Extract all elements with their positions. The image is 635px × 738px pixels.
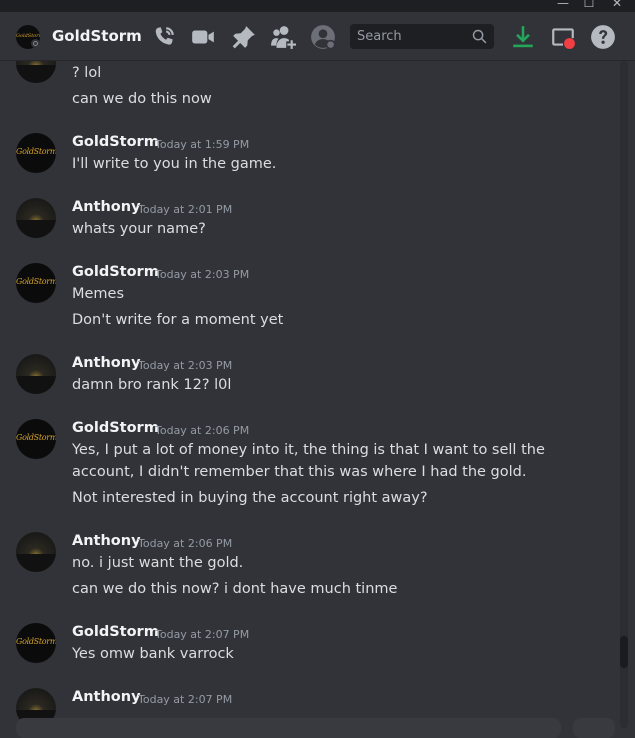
message-text: Yes, I put a lot of money into it, the t… (72, 442, 545, 458)
message-text: Not interested in buying the account rig… (72, 490, 428, 506)
message-list[interactable]: ? lol can we do this now GoldStorm GoldS… (0, 61, 620, 728)
minimize-button[interactable]: — (553, 0, 573, 12)
avatar-goldstorm[interactable]: GoldStorm (16, 623, 56, 663)
close-window-button[interactable]: ✕ (607, 0, 627, 12)
message-text: Yes omw bank varrock (72, 646, 234, 662)
avatar-goldstorm[interactable]: GoldStorm (16, 419, 56, 459)
message-author[interactable]: GoldStorm (72, 264, 159, 280)
message-text: Don't write for a moment yet (72, 312, 284, 328)
message-timestamp: Today at 1:59 PM (155, 138, 250, 151)
message-timestamp: Today at 2:03 PM (155, 268, 250, 281)
avatar-anthony[interactable] (16, 532, 56, 572)
avatar-anthony[interactable] (16, 354, 56, 394)
message-author[interactable]: GoldStorm (72, 420, 159, 436)
help-icon[interactable] (590, 24, 616, 50)
avatar-goldstorm[interactable]: GoldStorm (16, 133, 56, 173)
message-timestamp: Today at 2:06 PM (138, 537, 233, 550)
message-text: damn bro rank 12? l0l (72, 377, 232, 393)
message-text: I'll write to you in the game. (72, 156, 277, 172)
goldstorm-logo: GoldStorm (16, 433, 56, 442)
maximize-button[interactable]: ☐ (579, 0, 599, 12)
message-text: can we do this now (72, 91, 212, 107)
channel-header: GoldStorm GoldStorm Search (0, 12, 635, 61)
message-text: Memes (72, 286, 125, 302)
message-text: no. i just want the gold. (72, 555, 244, 571)
message-author[interactable]: Anthony (72, 533, 141, 549)
message-timestamp: Today at 2:07 PM (155, 628, 250, 641)
channel-title: GoldStorm (52, 27, 142, 45)
scrollbar-track[interactable] (620, 61, 628, 728)
scrollbar-thumb[interactable] (620, 636, 628, 668)
message-timestamp: Today at 2:01 PM (138, 203, 233, 216)
goldstorm-logo: GoldStorm (16, 147, 56, 156)
composer-side-panel[interactable] (573, 718, 615, 738)
message-timestamp: Today at 2:03 PM (138, 359, 233, 372)
goldstorm-logo: GoldStorm (16, 277, 56, 286)
message-timestamp: Today at 2:06 PM (155, 424, 250, 437)
message-text: ? lol (72, 65, 102, 81)
phone-call-icon[interactable] (151, 24, 177, 50)
message-author[interactable]: Anthony (72, 355, 141, 371)
message-text: can we do this now? i dont have much tin… (72, 581, 398, 597)
download-icon[interactable] (510, 24, 536, 50)
message-author[interactable]: Anthony (72, 199, 141, 215)
screen-share-icon[interactable] (550, 24, 576, 50)
video-camera-icon[interactable] (190, 24, 216, 50)
message-author[interactable]: GoldStorm (72, 134, 159, 150)
goldstorm-logo: GoldStorm (16, 637, 56, 646)
offline-status-icon (31, 39, 40, 48)
window-titlebar: — ☐ ✕ (0, 0, 635, 12)
user-profile-icon[interactable] (310, 24, 336, 50)
avatar-anthony[interactable] (16, 61, 56, 83)
message-author[interactable]: GoldStorm (72, 624, 159, 640)
avatar-goldstorm[interactable]: GoldStorm (16, 263, 56, 303)
message-timestamp: Today at 2:07 PM (138, 693, 233, 706)
pin-icon[interactable] (231, 24, 257, 50)
search-placeholder: Search (357, 29, 402, 44)
avatar-anthony[interactable] (16, 198, 56, 238)
search-icon (472, 29, 487, 44)
message-text: account, I didn't remember that this was… (72, 464, 527, 480)
message-composer[interactable] (16, 718, 561, 738)
add-friend-icon[interactable] (270, 24, 296, 50)
search-input[interactable]: Search (350, 24, 494, 49)
message-text: whats your name? (72, 221, 206, 237)
message-author[interactable]: Anthony (72, 689, 141, 705)
